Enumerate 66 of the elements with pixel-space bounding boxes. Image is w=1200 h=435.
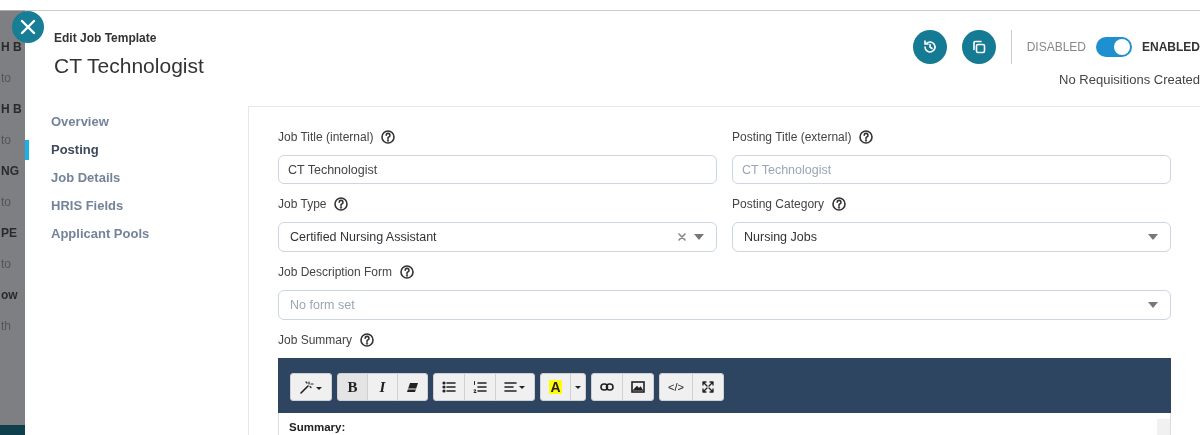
backdrop-text: NG <box>0 165 20 177</box>
link-button[interactable] <box>591 373 623 401</box>
numbered-list-icon <box>473 380 487 394</box>
style-button[interactable] <box>290 373 332 401</box>
highlight-button[interactable]: A <box>540 373 571 401</box>
backdrop-text: PE <box>0 227 18 239</box>
nav-item[interactable]: Job Details <box>25 168 248 188</box>
code-view-button[interactable]: </> <box>659 373 693 401</box>
editor-text: Summary: <box>289 420 346 435</box>
help-icon <box>832 197 847 211</box>
align-button[interactable] <box>495 373 535 401</box>
history-button[interactable] <box>912 30 947 64</box>
backdrop-text: H B <box>0 41 23 53</box>
history-icon <box>921 39 938 55</box>
field-label: Posting Title (external) <box>732 129 852 146</box>
help-icon <box>381 130 396 144</box>
help-icon <box>859 130 874 144</box>
text-field[interactable]: CT Technologist <box>732 155 1171 184</box>
backdrop-text: H B <box>0 103 23 115</box>
nav-item[interactable]: Overview <box>25 112 248 132</box>
color-dropdown-button[interactable] <box>570 373 586 401</box>
fullscreen-button[interactable] <box>691 373 724 401</box>
panel-title: CT Technologist <box>54 53 204 79</box>
link-icon <box>600 380 614 394</box>
eraser-button[interactable] <box>397 373 428 401</box>
backdrop-text: ow <box>0 289 19 301</box>
italic-button[interactable]: I <box>367 373 398 401</box>
image-button[interactable] <box>622 373 654 401</box>
field-label: Job Type <box>278 196 327 213</box>
field-label: Job Summary <box>278 332 353 349</box>
nav-item[interactable]: Applicant Pools <box>25 224 248 244</box>
help-icon <box>334 197 349 211</box>
eraser-icon <box>406 380 419 394</box>
status-toggle[interactable] <box>1096 37 1132 57</box>
close-icon <box>20 19 36 35</box>
caret-icon <box>575 385 581 389</box>
close-button[interactable] <box>12 11 44 43</box>
copy-button[interactable] <box>961 30 996 64</box>
bullet-list-button[interactable] <box>433 373 465 401</box>
select-field[interactable]: Certified Nursing Assistant <box>278 222 717 252</box>
dropdown-caret-icon <box>1148 302 1158 308</box>
bold-button[interactable]: B <box>337 373 368 401</box>
panel-subtitle: Edit Job Template <box>54 30 158 47</box>
fullscreen-icon <box>700 380 715 394</box>
copy-icon <box>970 39 987 55</box>
field-label: Job Description Form <box>278 264 393 281</box>
numbered-list-button[interactable] <box>464 373 496 401</box>
align-icon <box>504 380 526 394</box>
select-field[interactable]: Nursing Jobs <box>732 222 1171 252</box>
backdrop-bar <box>0 425 25 435</box>
magic-wand-icon <box>299 380 323 394</box>
nav-item[interactable]: Posting <box>25 140 248 160</box>
dropdown-caret-icon <box>1148 234 1158 240</box>
image-icon <box>631 380 645 394</box>
dropdown-caret-icon <box>694 234 704 240</box>
help-icon <box>400 265 415 279</box>
field-label: Job Title (internal) <box>278 129 374 146</box>
requisitions-status: No Requisitions Created <box>1059 71 1200 89</box>
field-label: Posting Category <box>732 196 825 213</box>
help-icon <box>360 333 375 347</box>
toggle-label: ENABLED <box>1142 39 1200 56</box>
text-field[interactable]: CT Technologist <box>278 155 717 184</box>
clear-icon <box>678 233 686 241</box>
nav-item[interactable]: HRIS Fields <box>25 196 248 216</box>
toggle-label: DISABLED <box>1026 39 1086 56</box>
bullet-list-icon <box>442 380 456 394</box>
